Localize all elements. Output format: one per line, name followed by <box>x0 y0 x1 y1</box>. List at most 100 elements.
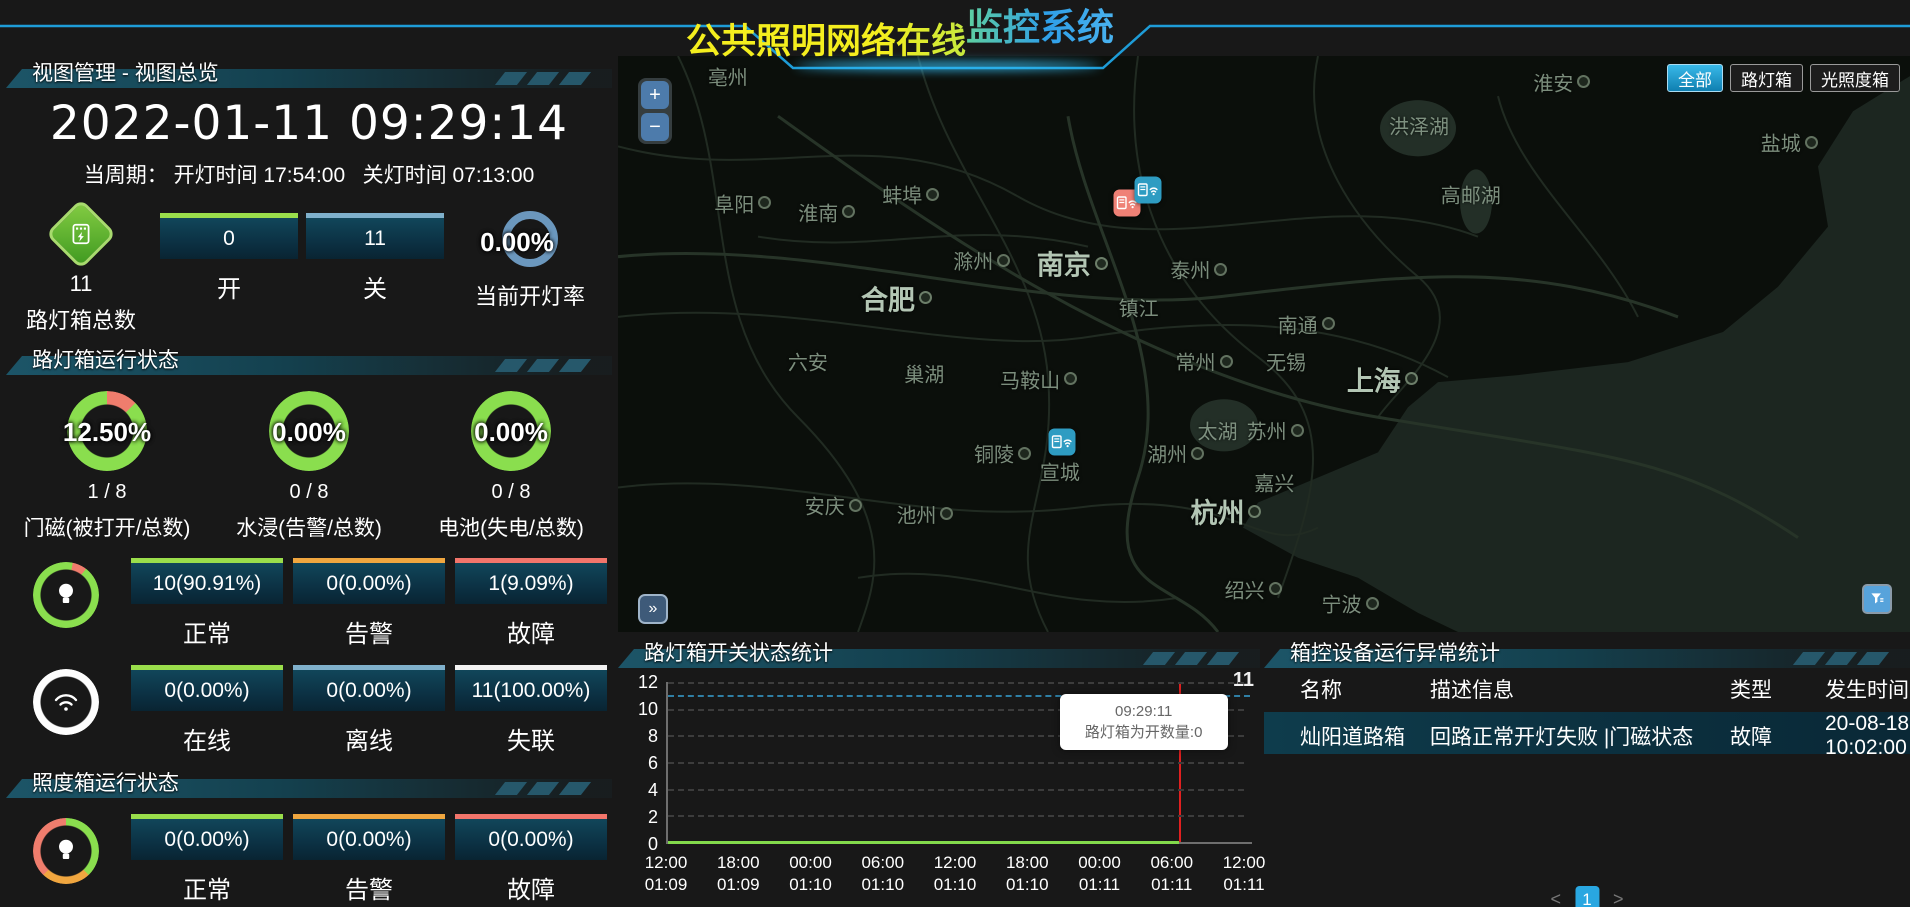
table-cell: 故障 <box>1730 721 1825 751</box>
map-city-label: 南通 <box>1278 309 1318 338</box>
table-cell: 20-08-18 10:02:00 <box>1825 712 1910 760</box>
on-rate-cell: 0.00% 当前开灯率 <box>448 203 612 311</box>
map-layer-buttons: 全部路灯箱光照度箱 <box>1667 64 1900 92</box>
next-page-button[interactable]: > <box>1613 889 1624 907</box>
map-city-label: 洪泽湖 <box>1389 111 1449 140</box>
zoom-out-button[interactable]: − <box>641 113 669 141</box>
lamp-lost-value: 11(100.00%) <box>455 665 607 711</box>
lampbox-total-count: 11 <box>6 271 156 297</box>
lightbox-health-row: 0(0.00%) 正常 0(0.00%) 告警 0(0.00%) 故障 <box>6 814 612 905</box>
map-city-label: 嘉兴 <box>1254 468 1294 497</box>
prev-page-button[interactable]: < <box>1550 889 1561 907</box>
line-chart[interactable]: 121086420 11 09:29:11 路灯箱为开数量:0 12:0001:… <box>618 682 1260 907</box>
map-city-label: 六安 <box>788 347 828 376</box>
lights-off-label: 关灯时间 <box>363 164 447 187</box>
view-header-label: 视图管理 - 视图总览 <box>32 57 219 87</box>
map-city-label: 合肥 <box>861 278 915 317</box>
current-page-button[interactable]: 1 <box>1575 886 1599 907</box>
lampbox-total-cell: 11 路灯箱总数 <box>6 203 156 335</box>
bulb-icon <box>33 562 99 628</box>
lightbox-fault-value: 0(0.00%) <box>455 814 607 860</box>
chart-tooltip: 09:29:11 路灯箱为开数量:0 <box>1060 694 1228 750</box>
cycle-label: 当周期： <box>84 164 168 187</box>
chart-y-axis: 121086420 <box>618 672 658 854</box>
map-city-label: 太湖 <box>1197 416 1237 445</box>
panel-expand-button[interactable]: » <box>638 594 668 624</box>
map-city-label: 阜阳 <box>714 188 754 217</box>
map-city-label: 无锡 <box>1266 347 1306 376</box>
x-axis-tick: 12:0001:09 <box>645 852 688 896</box>
x-axis-tick: 12:0001:10 <box>934 852 977 896</box>
device-cluster-marker[interactable] <box>1049 428 1076 455</box>
sensor-donut-row: 12.50% 1 / 8 门磁(被打开/总数) 0.00% 0 / 8 水浸(告… <box>6 387 612 542</box>
lightbox-alarm-value: 0(0.00%) <box>293 814 445 860</box>
map-canvas[interactable]: 亳州淮安洪泽湖盐城高邮湖阜阳淮南蚌埠滁州南京泰州镇江合肥南通常州无锡上海六安巢湖… <box>618 56 1910 632</box>
header-stripes <box>500 782 586 795</box>
current-datetime: 2022-01-11 09:29:14 <box>6 96 612 151</box>
lights-off-time: 07:13:00 <box>453 164 535 187</box>
x-axis-tick: 00:0001:11 <box>1078 852 1121 896</box>
light-box-status-header: 照度箱运行状态 <box>6 768 612 798</box>
pagination: < 1 > <box>1550 886 1623 907</box>
water-donut-percent: 0.00% <box>255 417 363 448</box>
x-axis-tick: 06:0001:11 <box>1150 852 1193 896</box>
water-donut-ring: 0.00% <box>269 391 349 471</box>
lights-on-time: 17:54:00 <box>263 164 345 187</box>
gridline <box>668 789 1244 791</box>
lamp-normal-value: 10(90.91%) <box>131 558 283 604</box>
chart-x-axis: 12:0001:0918:0001:0900:0001:1006:0001:10… <box>666 852 1244 898</box>
map-city-label: 绍兴 <box>1225 574 1265 603</box>
lights-on-count: 0 <box>160 213 298 259</box>
lamp-normal-cell: 10(90.91%) 正常 <box>131 558 283 649</box>
map-city-label: 宣城 <box>1040 456 1080 485</box>
lamp-offline-cell: 0(0.00%) 离线 <box>293 665 445 756</box>
lamp-lost-label: 失联 <box>455 721 607 756</box>
wifi-icon <box>33 669 99 735</box>
map-city-label: 马鞍山 <box>1000 364 1060 393</box>
map-city-label: 滁州 <box>953 246 993 275</box>
y-axis-tick: 2 <box>618 807 658 827</box>
funnel-icon <box>1869 591 1885 607</box>
lightbox-normal-label: 正常 <box>131 870 283 905</box>
door-donut-percent: 12.50% <box>53 417 161 448</box>
table-cell: 回路正常开灯失败 |门磁状态 <box>1430 721 1730 751</box>
view-header: 视图管理 - 视图总览 <box>6 58 612 88</box>
map-city-label: 镇江 <box>1119 292 1159 321</box>
map-filter-全部[interactable]: 全部 <box>1667 64 1723 92</box>
zoom-in-button[interactable]: + <box>641 81 669 109</box>
map-city-label: 泰州 <box>1170 255 1210 284</box>
lamp-alarm-value: 0(0.00%) <box>293 558 445 604</box>
table-body: 灿阳道路箱回路正常开灯失败 |门磁状态故障20-08-18 10:02:00 <box>1264 712 1910 754</box>
header-stripes <box>500 72 586 85</box>
map-filter-路灯箱[interactable]: 路灯箱 <box>1730 64 1803 92</box>
lampbox-icon <box>46 199 117 270</box>
device-cluster-marker[interactable] <box>1134 177 1161 204</box>
lamp-offline-label: 离线 <box>293 721 445 756</box>
lamp-online-cell: 0(0.00%) 在线 <box>131 665 283 756</box>
lights-on-cell-label: 开 <box>160 269 298 304</box>
map-filter-光照度箱[interactable]: 光照度箱 <box>1810 64 1900 92</box>
table-column-header: 发生时间 <box>1825 674 1910 704</box>
map-city-label: 湖州 <box>1147 439 1187 468</box>
table-row[interactable]: 灿阳道路箱回路正常开灯失败 |门磁状态故障20-08-18 10:02:00 <box>1264 712 1910 754</box>
lights-off-cell-label: 关 <box>306 269 444 304</box>
y-axis-tick: 4 <box>618 780 658 800</box>
lamp-normal-label: 正常 <box>131 614 283 649</box>
map-background <box>618 56 1910 632</box>
header-stripes <box>1798 652 1884 665</box>
map-city-label: 上海 <box>1347 359 1401 398</box>
lamp-fault-cell: 1(9.09%) 故障 <box>455 558 607 649</box>
max-value-label: 11 <box>1233 669 1254 692</box>
bulb-icon <box>33 818 99 884</box>
map-city-label: 亳州 <box>708 62 748 91</box>
map-city-label: 安庆 <box>805 491 845 520</box>
lamp-fault-label: 故障 <box>455 614 607 649</box>
overview-panel: 视图管理 - 视图总览 2022-01-11 09:29:14 当周期： 开灯时… <box>6 58 612 907</box>
lamp-health-row: 10(90.91%) 正常 0(0.00%) 告警 1(9.09%) 故障 <box>6 558 612 649</box>
y-axis-tick: 0 <box>618 834 658 854</box>
battery-donut-ratio: 0 / 8 <box>410 481 612 504</box>
water-donut-ratio: 0 / 8 <box>208 481 410 504</box>
tooltip-value: 路灯箱为开数量:0 <box>1066 722 1222 743</box>
map-filter-button[interactable] <box>1862 584 1892 614</box>
lightbox-fault-label: 故障 <box>455 870 607 905</box>
